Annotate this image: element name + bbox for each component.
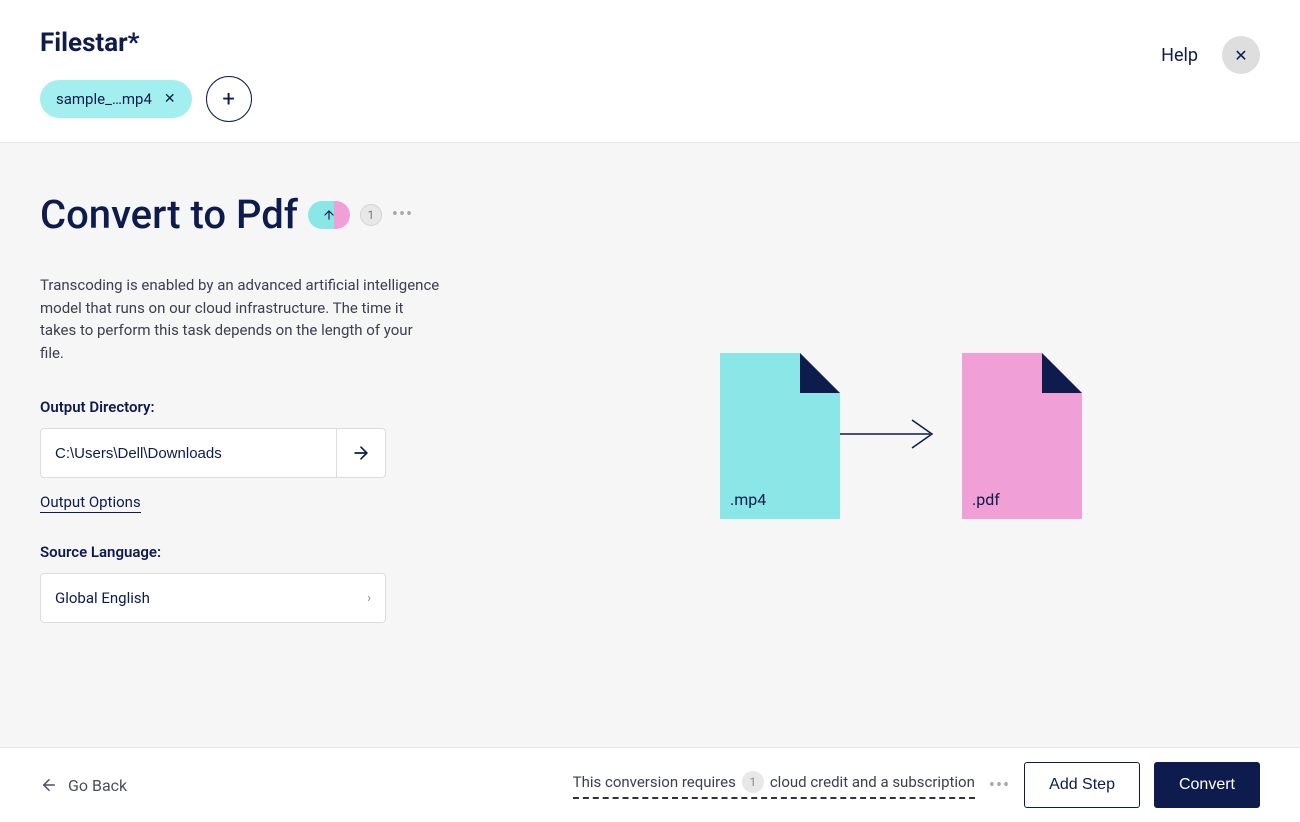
source-lang-select[interactable]: Global English › bbox=[40, 573, 386, 623]
conversion-diagram: .mp4 .pdf bbox=[720, 353, 1082, 519]
footer-more-icon[interactable]: ••• bbox=[989, 775, 1010, 796]
header: Filestar* sample_…mp4 ✕ + Help ✕ bbox=[0, 0, 1300, 142]
file-chip-label: sample_…mp4 bbox=[56, 90, 152, 108]
output-dir-input[interactable] bbox=[40, 428, 336, 478]
source-lang-value: Global English bbox=[55, 589, 150, 607]
task-description: Transcoding is enabled by an advanced ar… bbox=[40, 274, 440, 364]
arrow-right-icon bbox=[351, 443, 371, 463]
file-row: sample_…mp4 ✕ + bbox=[40, 76, 252, 122]
header-right: Help ✕ bbox=[1161, 36, 1260, 74]
convert-button[interactable]: Convert bbox=[1154, 762, 1260, 808]
close-button[interactable]: ✕ bbox=[1222, 36, 1260, 74]
source-file-shape: .mp4 bbox=[720, 353, 840, 519]
upload-arrow-icon bbox=[322, 208, 336, 222]
app-logo: Filestar* bbox=[40, 28, 252, 58]
footer-right: This conversion requires 1 cloud credit … bbox=[573, 762, 1260, 808]
close-icon: ✕ bbox=[1234, 46, 1247, 65]
content: Convert to Pdf 1 ••• Transcoding is enab… bbox=[0, 142, 1300, 750]
go-back-button[interactable]: Go Back bbox=[40, 776, 127, 795]
target-ext-label: .pdf bbox=[972, 490, 1000, 509]
chevron-right-icon: › bbox=[367, 591, 371, 606]
conversion-arrow bbox=[840, 414, 940, 458]
add-step-button[interactable]: Add Step bbox=[1024, 762, 1140, 808]
credit-count-badge: 1 bbox=[742, 771, 764, 793]
remove-file-icon[interactable]: ✕ bbox=[164, 91, 176, 107]
go-back-label: Go Back bbox=[68, 776, 127, 795]
output-dir-group bbox=[40, 428, 386, 478]
page-title: Convert to Pdf bbox=[40, 191, 298, 238]
credit-notice: This conversion requires 1 cloud credit … bbox=[573, 771, 975, 799]
source-lang-label: Source Language: bbox=[40, 543, 1260, 561]
header-left: Filestar* sample_…mp4 ✕ + bbox=[40, 28, 252, 122]
step-count-badge: 1 bbox=[360, 204, 382, 226]
file-chip[interactable]: sample_…mp4 ✕ bbox=[40, 80, 192, 118]
more-options-icon[interactable]: ••• bbox=[392, 204, 413, 225]
plus-icon: + bbox=[222, 87, 234, 112]
output-dir-browse-button[interactable] bbox=[336, 428, 386, 478]
output-options-link[interactable]: Output Options bbox=[40, 493, 141, 513]
help-link[interactable]: Help bbox=[1161, 45, 1198, 66]
arrow-left-icon bbox=[40, 776, 58, 794]
footer: Go Back This conversion requires 1 cloud… bbox=[0, 747, 1300, 822]
credit-text-pre: This conversion requires bbox=[573, 773, 736, 791]
upload-badge bbox=[308, 201, 350, 229]
arrow-right-long-icon bbox=[840, 414, 940, 454]
title-row: Convert to Pdf 1 ••• bbox=[40, 191, 1260, 238]
source-ext-label: .mp4 bbox=[730, 490, 766, 509]
add-file-button[interactable]: + bbox=[206, 76, 252, 122]
credit-text-post: cloud credit and a subscription bbox=[770, 773, 975, 791]
target-file-shape: .pdf bbox=[962, 353, 1082, 519]
